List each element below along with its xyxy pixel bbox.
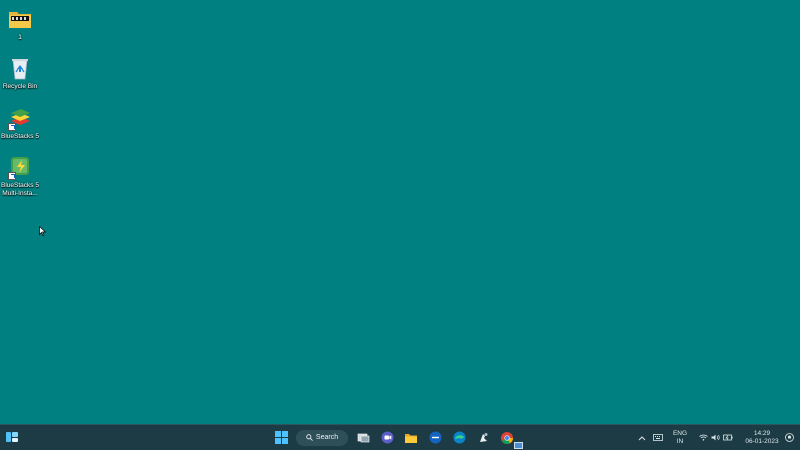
chrome-icon <box>501 431 513 444</box>
volume-icon <box>711 434 720 441</box>
bluestacks-multi-instance-icon <box>7 154 33 180</box>
desktop-icon-recycle-bin[interactable]: Recycle Bin <box>0 55 40 91</box>
taskbar: Search ENG IN 14:29 06-01-2023 <box>0 424 800 450</box>
app-button[interactable] <box>426 429 444 447</box>
app-button[interactable] <box>474 429 492 447</box>
desktop-icon-bluestacks-multi-instance[interactable]: BlueStacks 5 Multi-Insta... <box>0 154 40 197</box>
desktop-icon-label: BlueStacks 5 <box>1 133 39 140</box>
chrome-button[interactable] <box>498 429 523 449</box>
show-hidden-icons-button[interactable] <box>635 431 649 445</box>
app-icon <box>429 431 441 444</box>
search-button[interactable]: Search <box>296 429 348 446</box>
notifications-button[interactable] <box>781 431 797 445</box>
shortcut-arrow-icon <box>8 172 16 180</box>
file-explorer-icon <box>405 433 417 443</box>
clock-time: 14:29 <box>753 430 771 437</box>
keyboard-icon <box>653 434 663 441</box>
desktop-icon-label: 1 <box>18 34 22 41</box>
widgets-button[interactable] <box>5 430 19 449</box>
widgets-icon <box>6 432 18 442</box>
desktop-icon-label: BlueStacks 5 Multi-Insta... <box>1 182 39 197</box>
language-code: ENG <box>672 430 688 437</box>
chevron-up-icon <box>638 435 646 440</box>
chrome-window-preview-icon <box>514 441 523 449</box>
desktop-icon-bluestacks[interactable]: BlueStacks 5 <box>0 105 40 141</box>
folder-icon <box>7 6 33 32</box>
edge-button[interactable] <box>450 429 468 447</box>
wifi-icon <box>699 434 708 441</box>
bluestacks-icon <box>7 105 33 131</box>
task-view-icon <box>357 433 369 442</box>
windows-start-icon <box>274 431 288 444</box>
teams-chat-icon <box>381 431 393 444</box>
search-icon <box>306 434 313 441</box>
battery-charging-icon <box>723 434 733 441</box>
notification-bell-icon <box>784 433 794 442</box>
teams-chat-button[interactable] <box>378 429 396 447</box>
quick-settings-button[interactable] <box>699 434 733 441</box>
file-explorer-button[interactable] <box>402 429 420 447</box>
language-region: IN <box>676 437 684 445</box>
touch-keyboard-button[interactable] <box>649 431 667 445</box>
clock[interactable]: 14:29 06-01-2023 <box>743 430 781 445</box>
app-icon <box>479 433 487 442</box>
system-tray: ENG IN 14:29 06-01-2023 <box>635 425 800 450</box>
desktop-icon-folder[interactable]: 1 <box>0 6 40 42</box>
taskbar-apps: Search <box>272 427 523 449</box>
task-view-button[interactable] <box>354 429 372 447</box>
clock-date: 06-01-2023 <box>745 437 779 445</box>
shortcut-arrow-icon <box>8 123 16 131</box>
desktop-icon-label: Recycle Bin <box>2 83 38 90</box>
mouse-cursor-icon <box>39 223 47 241</box>
search-label: Search <box>315 434 339 441</box>
edge-icon <box>453 431 465 444</box>
desktop[interactable]: 1 Recycle Bin BlueStacks 5 BlueStacks 5 … <box>0 0 800 425</box>
start-button[interactable] <box>272 429 290 447</box>
language-indicator[interactable]: ENG IN <box>669 430 691 445</box>
recycle-bin-icon <box>7 55 33 81</box>
